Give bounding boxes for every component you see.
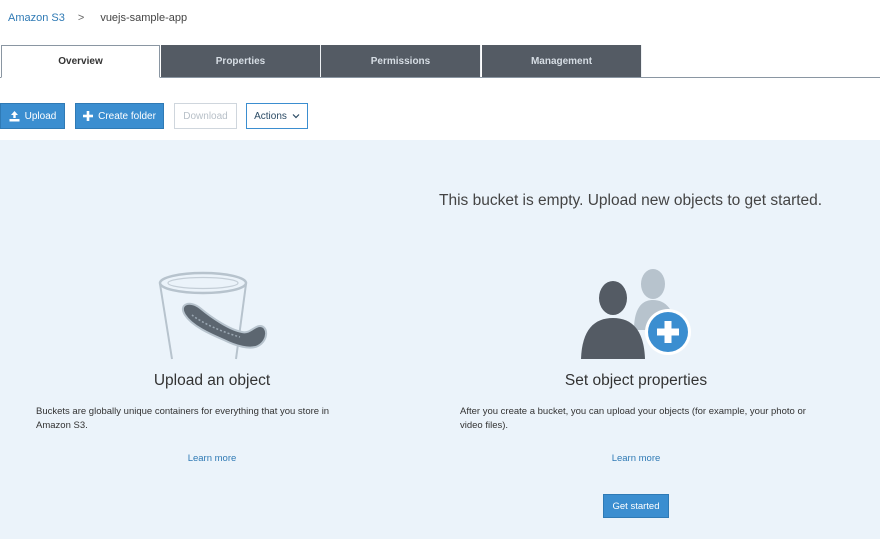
upload-icon	[9, 110, 20, 121]
actions-dropdown[interactable]: Actions	[246, 103, 308, 129]
breadcrumb: Amazon S3 > vuejs-sample-app	[8, 12, 187, 24]
tab-overview[interactable]: Overview	[1, 45, 160, 78]
breadcrumb-separator: >	[77, 12, 85, 24]
set-properties-title: Set object properties	[564, 372, 708, 389]
set-properties-description: After you create a bucket, you can uploa…	[460, 406, 806, 431]
plus-icon	[83, 111, 94, 121]
properties-learn-more-link[interactable]: Learn more	[612, 453, 661, 464]
add-user-icon	[581, 269, 691, 359]
upload-button-label: Upload	[24, 110, 57, 122]
upload-object-title: Upload an object	[153, 372, 271, 389]
download-button[interactable]: Download	[174, 103, 237, 129]
tab-permissions[interactable]: Permissions	[321, 45, 481, 77]
empty-bucket-message: This bucket is empty. Upload new objects…	[439, 192, 823, 209]
tab-properties[interactable]: Properties	[161, 45, 321, 77]
bucket-icon	[158, 271, 268, 360]
chevron-down-icon	[292, 114, 300, 119]
get-started-button[interactable]: Get started	[603, 494, 669, 518]
upload-learn-more-link[interactable]: Learn more	[188, 453, 237, 464]
tab-bar: Overview Properties Permissions Manageme…	[0, 45, 880, 78]
empty-bucket-panel: This bucket is empty. Upload new objects…	[0, 140, 880, 539]
actions-dropdown-label: Actions	[254, 110, 287, 122]
breadcrumb-amazon-s3[interactable]: Amazon S3	[8, 12, 65, 24]
create-folder-button[interactable]: Create folder	[75, 103, 164, 129]
tab-management[interactable]: Management	[482, 45, 642, 77]
breadcrumb-current-bucket: vuejs-sample-app	[100, 12, 188, 24]
upload-object-description: Buckets are globally unique containers f…	[36, 406, 330, 431]
create-folder-button-label: Create folder	[98, 110, 156, 122]
upload-button[interactable]: Upload	[0, 103, 65, 129]
